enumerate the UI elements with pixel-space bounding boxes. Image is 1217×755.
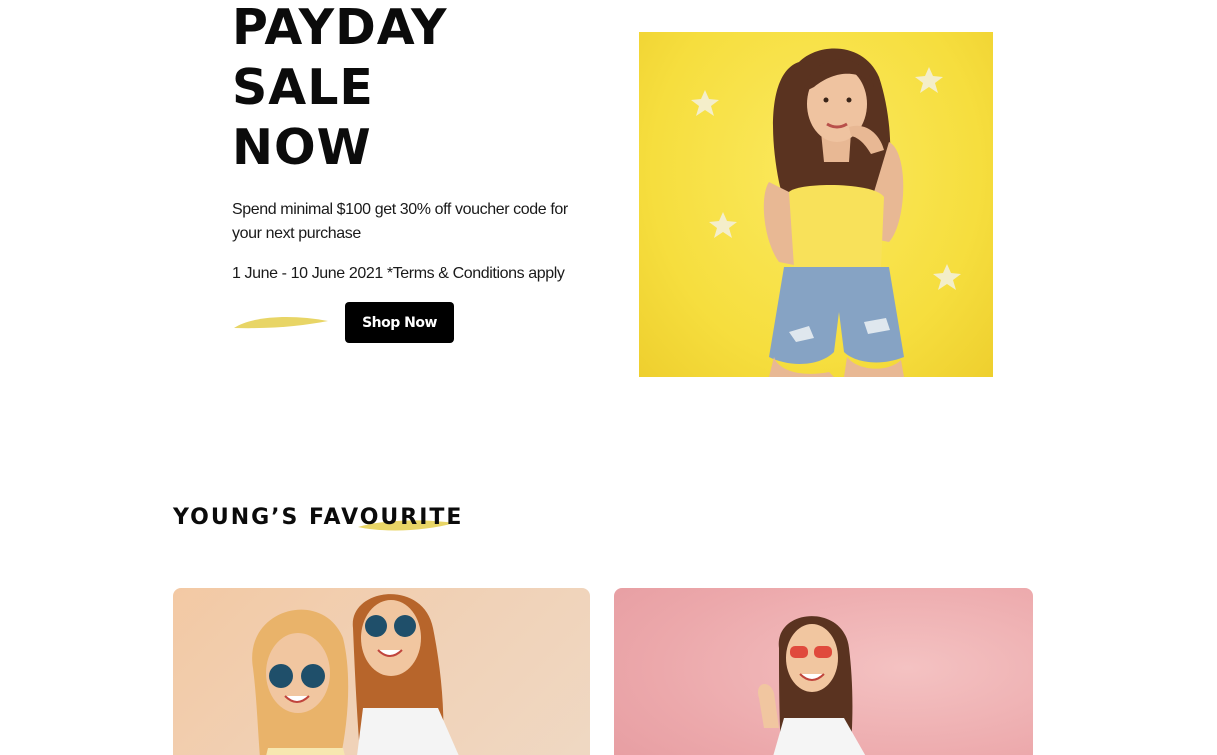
product-card-pink[interactable] [614,588,1033,755]
hero-dates: 1 June - 10 June 2021 *Terms & Condition… [232,265,565,282]
star-icon [709,212,737,238]
star-icon [915,67,943,93]
product-card-friends[interactable] [173,588,590,755]
hero-title-line-3: NOW [232,119,372,176]
star-icon [691,90,719,116]
hero-description: Spend minimal $100 get 30% off voucher c… [232,201,568,242]
card-illustration [252,594,459,755]
section-title-favourites: YOUNG’S FAVOURITE [173,505,464,530]
star-icon [933,264,961,290]
shop-now-button[interactable]: Shop Now [345,302,454,343]
hero-title-line-1: PAYDAY [232,0,448,56]
hero-illustration [691,48,961,377]
hero-title: PAYDAY SALE NOW [232,0,448,178]
card-illustration [757,616,866,755]
hero-image [639,32,993,377]
hero-title-line-2: SALE [232,59,374,116]
brush-stroke-decoration [234,316,328,329]
